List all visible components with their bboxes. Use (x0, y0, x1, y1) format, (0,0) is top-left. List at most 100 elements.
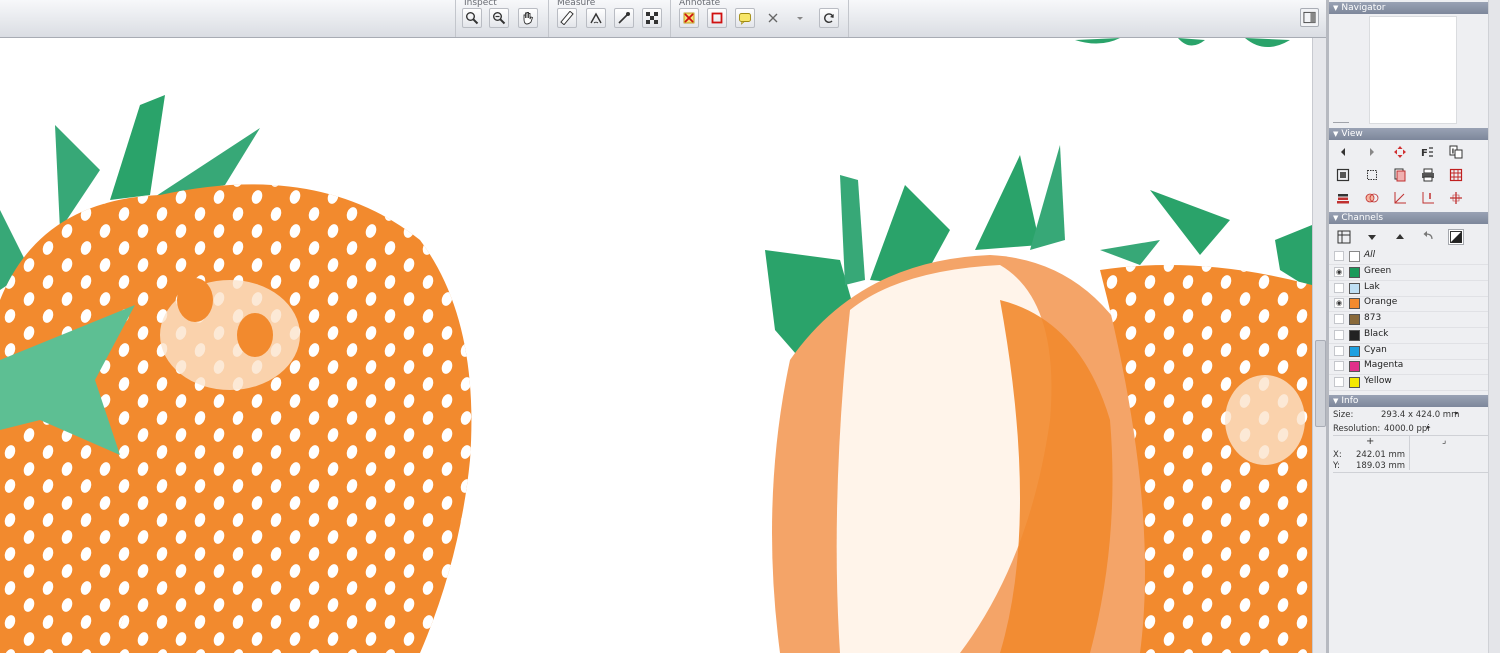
channel-row[interactable]: ◉ Orange (1329, 296, 1488, 313)
angle-button[interactable] (586, 8, 606, 28)
annotate-group: Annotate (670, 0, 849, 37)
densitometer-button[interactable] (614, 8, 634, 28)
channel-name: Cyan (1364, 344, 1387, 355)
info-column-divider (1409, 436, 1410, 470)
navigator-resize-grip[interactable] (1333, 122, 1349, 123)
ruler-button[interactable] (557, 8, 577, 28)
channel-row[interactable]: Yellow (1329, 375, 1488, 391)
refresh-icon (824, 13, 834, 23)
invert-button[interactable] (1448, 229, 1464, 245)
angle-curve-button[interactable] (1392, 190, 1408, 206)
hand-icon (523, 12, 534, 25)
note-icon (739, 13, 751, 25)
flip-icon: F (1421, 147, 1433, 159)
undo-button[interactable] (1420, 229, 1436, 245)
toggle-panel-button[interactable] (1300, 8, 1319, 27)
graph-button[interactable] (1420, 190, 1436, 206)
checkerboard-button[interactable] (642, 8, 662, 28)
size-units-arrow-icon[interactable]: ▸ (1455, 409, 1459, 417)
x-label: X: (1333, 450, 1342, 460)
visibility-toggle[interactable] (1334, 376, 1344, 387)
crosshair-icon: + (1366, 436, 1375, 447)
annotate-dropdown[interactable] (790, 8, 810, 28)
visibility-toggle[interactable] (1334, 345, 1344, 356)
clear-annotations-button[interactable] (763, 8, 783, 28)
collapse-triangle-icon: ▼ (1333, 214, 1339, 222)
refresh-button[interactable] (819, 8, 839, 28)
svg-text:I: I (1452, 148, 1455, 156)
channel-swatch (1349, 267, 1360, 278)
grid-button[interactable] (1448, 167, 1464, 183)
ink-coverage-button[interactable] (1335, 190, 1351, 206)
move-down-button[interactable] (1364, 229, 1380, 245)
arrow-right-icon (1370, 148, 1374, 156)
toolbar-separator (848, 0, 850, 37)
canvas-vertical-scrollbar[interactable]: ▲ (1312, 0, 1327, 653)
hand-tool-button[interactable] (518, 8, 538, 28)
checkerboard-icon (646, 12, 658, 24)
previous-button[interactable] (1335, 144, 1351, 160)
panel-scrollbar[interactable] (1488, 0, 1500, 653)
info-view-button[interactable]: I (1448, 144, 1464, 160)
flip-button[interactable]: F (1420, 144, 1436, 160)
document-info-icon: I (1449, 145, 1463, 159)
channel-swatch (1349, 329, 1360, 341)
channel-row[interactable]: 873 (1329, 312, 1488, 329)
close-icon (768, 13, 778, 23)
move-up-button[interactable] (1392, 229, 1408, 245)
navigator-thumbnail[interactable] (1369, 16, 1457, 124)
printer-icon (1422, 168, 1434, 182)
channel-row[interactable]: Magenta (1329, 359, 1488, 376)
info-bottom-divider (1333, 472, 1488, 473)
visibility-toggle[interactable] (1334, 282, 1344, 293)
visibility-toggle[interactable] (1334, 251, 1344, 261)
rectangle-annotation-button[interactable] (707, 8, 727, 28)
zoom-in-icon (466, 12, 479, 25)
registration-button[interactable] (1448, 190, 1464, 206)
crosshair-icon (1450, 192, 1462, 204)
note-annotation-button[interactable] (735, 8, 755, 28)
zoom-in-button[interactable] (462, 8, 482, 28)
collapse-triangle-icon: ▼ (1333, 4, 1339, 12)
visibility-toggle[interactable] (1334, 361, 1344, 372)
crop-box-button[interactable] (1364, 167, 1380, 183)
channel-row-all[interactable]: All (1329, 249, 1488, 265)
zoom-out-button[interactable] (489, 8, 509, 28)
visibility-toggle[interactable] (1334, 329, 1344, 340)
eye-icon[interactable]: ◉ (1334, 298, 1344, 309)
crop-box-icon (1367, 170, 1377, 180)
channel-row[interactable]: ◉ Green (1329, 265, 1488, 281)
navigator-header[interactable]: ▼ Navigator (1329, 2, 1488, 14)
resolution-arrow-icon[interactable]: ▸ (1427, 423, 1431, 431)
next-button[interactable] (1364, 144, 1380, 160)
fit-page-button[interactable] (1335, 167, 1351, 183)
annotate-group-label: Annotate (679, 0, 721, 8)
zoom-out-icon (493, 12, 506, 25)
visibility-toggle[interactable] (1334, 314, 1344, 325)
densitometer-icon (618, 12, 630, 24)
panel-toggle-icon (1303, 11, 1316, 24)
dropdown-icon (797, 17, 803, 20)
y-value: 189.03 mm (1356, 461, 1406, 471)
collapse-triangle-icon: ▼ (1333, 397, 1339, 405)
channel-row[interactable]: Lak (1329, 281, 1488, 297)
preview-canvas[interactable] (0, 37, 1312, 653)
eye-icon[interactable]: ◉ (1334, 267, 1344, 277)
delete-marker-button[interactable] (679, 8, 699, 28)
all-swatch (1349, 251, 1360, 262)
channel-row[interactable]: Black (1329, 328, 1488, 344)
channel-row[interactable]: Cyan (1329, 344, 1488, 360)
channel-layout-button[interactable] (1336, 229, 1352, 245)
info-header[interactable]: ▼ Info (1329, 395, 1488, 407)
view-header[interactable]: ▼ View (1329, 128, 1488, 140)
measure-group-label: Measure (557, 0, 596, 8)
channels-header[interactable]: ▼ Channels (1329, 212, 1488, 224)
separations-button[interactable] (1392, 167, 1408, 183)
resolution-label: Resolution: (1333, 424, 1381, 434)
channel-name: Lak (1364, 281, 1380, 292)
rotate-view-button[interactable] (1392, 144, 1408, 160)
scroll-thumb[interactable] (1315, 340, 1326, 427)
collapse-triangle-icon: ▼ (1333, 130, 1339, 138)
print-preview-button[interactable] (1420, 167, 1436, 183)
overprint-button[interactable] (1364, 190, 1380, 206)
